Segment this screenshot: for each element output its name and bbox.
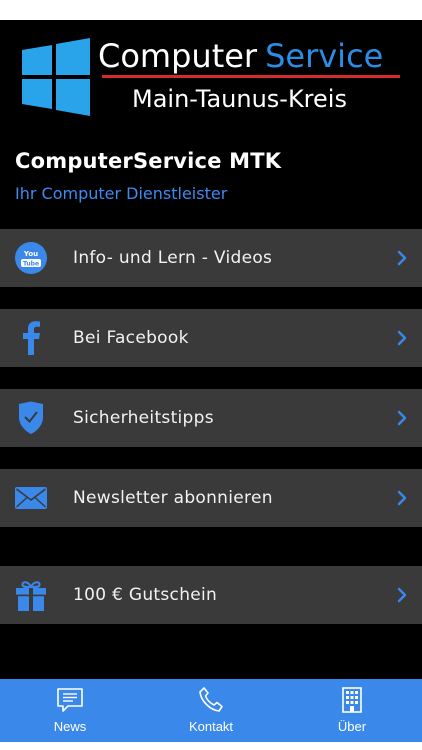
menu-item-videos[interactable]: You Tube Info- und Lern - Videos bbox=[0, 229, 422, 287]
menu-item-label: Newsletter abonnieren bbox=[73, 488, 273, 508]
gift-icon bbox=[14, 577, 48, 613]
svg-text:ComputerService: Computer Service bbox=[98, 37, 383, 75]
chevron-right-icon bbox=[397, 490, 407, 506]
phone-icon bbox=[199, 687, 223, 712]
tab-about-label: Über bbox=[337, 719, 367, 734]
menu-item-newsletter[interactable]: Newsletter abonnieren bbox=[0, 469, 422, 527]
tab-contact-label: Kontakt bbox=[188, 719, 234, 734]
tab-news-label: News bbox=[53, 719, 87, 734]
company-logo: Computer Service Main-Taunus-Kreis bbox=[22, 37, 400, 116]
envelope-icon bbox=[14, 480, 48, 516]
news-icon bbox=[57, 688, 83, 712]
logo-red-underline bbox=[102, 75, 400, 78]
chevron-right-icon bbox=[397, 330, 407, 346]
tab-about[interactable]: Über bbox=[292, 679, 412, 742]
chevron-right-icon bbox=[397, 250, 407, 266]
menu-item-voucher[interactable]: 100 € Gutschein bbox=[0, 566, 422, 624]
menu-item-label: Sicherheitstipps bbox=[73, 408, 214, 428]
bottom-tab-bar: News Kontakt Über bbox=[0, 679, 422, 742]
shield-check-icon bbox=[14, 400, 48, 436]
youtube-icon: You Tube bbox=[14, 240, 48, 276]
header-banner: Computer Service Main-Taunus-Kreis Comput… bbox=[0, 20, 422, 230]
app-subtitle: Ihr Computer Dienstleister bbox=[15, 184, 228, 203]
facebook-icon bbox=[14, 320, 48, 356]
logo-text-region: Main-Taunus-Kreis bbox=[132, 85, 347, 113]
logo-text-computer: Computer bbox=[98, 37, 258, 75]
windows-logo-icon bbox=[22, 38, 90, 116]
svg-text:You: You bbox=[23, 250, 38, 258]
svg-text:Tube: Tube bbox=[23, 261, 39, 268]
menu-item-facebook[interactable]: Bei Facebook bbox=[0, 309, 422, 367]
menu-item-label: Info- und Lern - Videos bbox=[73, 248, 273, 268]
menu-item-security-tips[interactable]: Sicherheitstipps bbox=[0, 389, 422, 447]
chevron-right-icon bbox=[397, 587, 407, 603]
menu-item-label: 100 € Gutschein bbox=[73, 585, 218, 605]
app-title: ComputerService MTK bbox=[15, 149, 282, 173]
building-icon bbox=[342, 687, 362, 713]
chevron-right-icon bbox=[397, 410, 407, 426]
tab-news[interactable]: News bbox=[10, 679, 130, 742]
app-screen: Computer Service Main-Taunus-Kreis Comput… bbox=[0, 20, 422, 742]
menu-item-label: Bei Facebook bbox=[73, 328, 189, 348]
logo-text-service: Service bbox=[265, 37, 383, 75]
tab-contact[interactable]: Kontakt bbox=[151, 679, 271, 742]
